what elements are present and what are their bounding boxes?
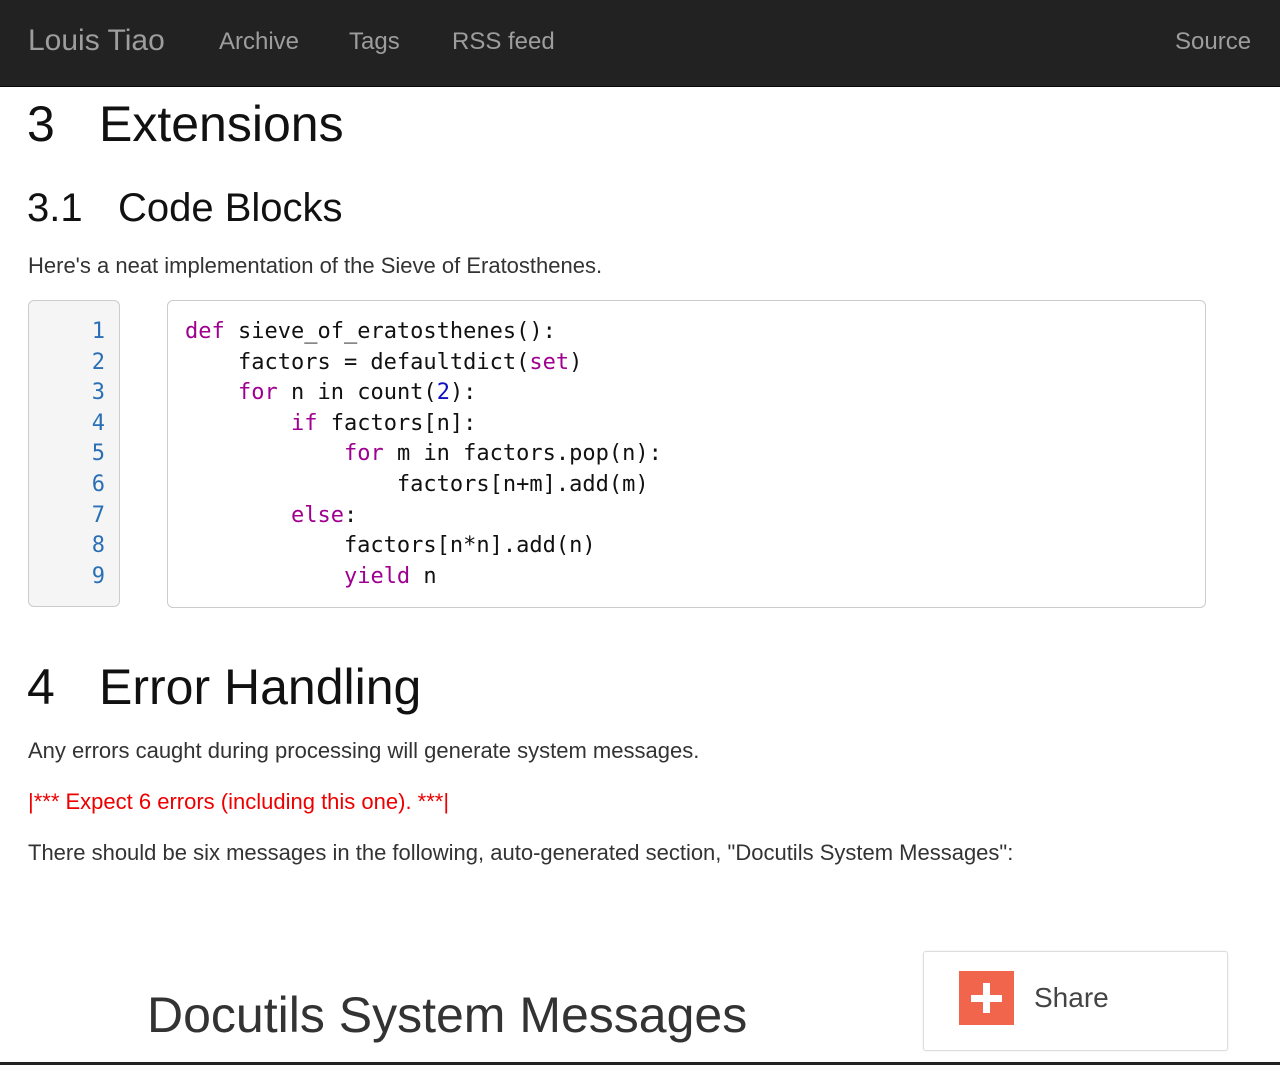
section-4-heading: 4 Error Handling — [27, 658, 421, 716]
section-title: Extensions — [99, 96, 344, 152]
code-line: def sieve_of_eratosthenes(): — [185, 319, 556, 344]
line-number: 9 — [91, 563, 105, 589]
line-numbers-gutter: 1 2 3 4 5 6 7 8 9 — [28, 300, 120, 607]
code-line: yield n — [343, 563, 437, 589]
code-line: factors[n*n].add(n) — [185, 533, 596, 559]
share-button[interactable]: Share — [923, 951, 1228, 1051]
system-messages-note: There should be six messages in the foll… — [28, 840, 1014, 865]
section-number: 3.1 — [27, 186, 83, 230]
nav-rss-link[interactable]: RSS feed — [452, 28, 555, 56]
line-number: 7 — [91, 502, 105, 528]
section-3-heading: 3 Extensions — [27, 95, 344, 153]
section-number: 3 — [27, 96, 55, 152]
section-number: 4 — [27, 659, 55, 715]
line-number: 2 — [91, 349, 105, 375]
share-label: Share — [1034, 982, 1109, 1013]
error-message: |*** Expect 6 errors (including this one… — [28, 789, 450, 814]
code-line: factors = defaultdict(set) — [185, 349, 583, 375]
section-title: Code Blocks — [118, 186, 343, 230]
error-handling-text: Any errors caught during processing will… — [28, 738, 700, 763]
line-number: 1 — [91, 319, 105, 344]
nav-source-link[interactable]: Source — [1175, 28, 1251, 56]
code-intro-text: Here's a neat implementation of the Siev… — [28, 253, 603, 278]
section-3-1-heading: 3.1 Code Blocks — [27, 186, 343, 231]
top-navbar: Louis Tiao Archive Tags RSS feed Source — [0, 0, 1280, 87]
code-line: for m in factors.pop(n): — [343, 441, 662, 467]
line-number: 8 — [91, 533, 105, 559]
nav-archive-link[interactable]: Archive — [219, 28, 299, 56]
line-number: 5 — [91, 441, 105, 467]
brand-link[interactable]: Louis Tiao — [28, 24, 165, 58]
code-line: else: — [290, 502, 358, 528]
plus-icon — [959, 971, 1014, 1025]
line-number: 4 — [91, 410, 105, 436]
docutils-messages-heading: Docutils System Messages — [147, 987, 748, 1043]
section-title: Error Handling — [99, 659, 422, 715]
line-number: 6 — [91, 472, 105, 497]
code-line: factors[n+m].add(m) — [185, 472, 649, 497]
nav-tags-link[interactable]: Tags — [349, 28, 400, 56]
code-block: def sieve_of_eratosthenes(): factors = d… — [167, 300, 1206, 608]
line-number: 3 — [91, 380, 105, 406]
code-line: for n in count(2): — [237, 380, 477, 406]
code-line: if factors[n]: — [290, 410, 477, 436]
